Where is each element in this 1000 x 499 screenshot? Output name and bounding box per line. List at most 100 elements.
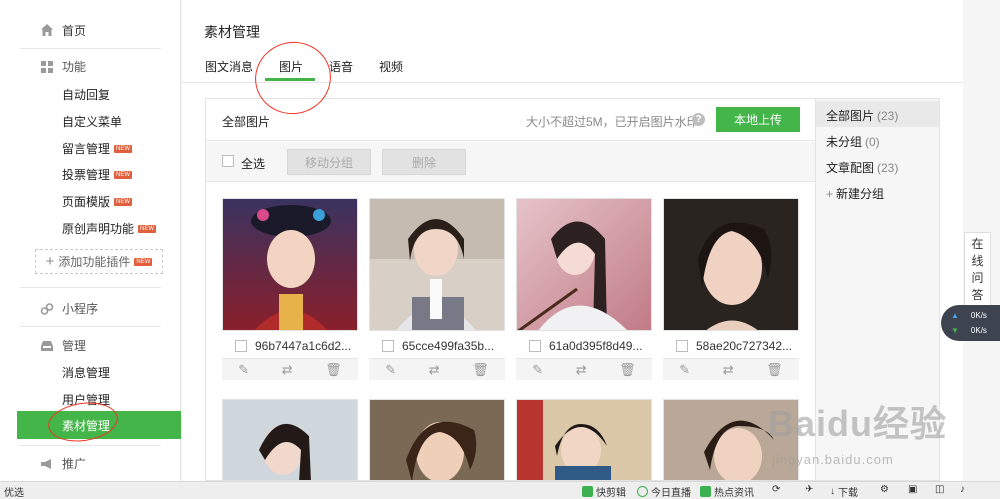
image-checkbox[interactable]	[235, 340, 247, 352]
library-title: 全部图片	[222, 115, 271, 129]
image-card[interactable]: 96b7447a1c6d2... ✎ ⇄ 🗑	[222, 198, 358, 381]
sidebar-item-label: 原创声明功能	[62, 222, 135, 236]
image-thumbnail[interactable]	[516, 399, 652, 481]
sidebar-item-label: 首页	[62, 23, 87, 38]
sound-icon[interactable]: ♪	[960, 484, 965, 495]
image-checkbox[interactable]	[382, 340, 394, 352]
megaphone-icon	[41, 458, 51, 469]
image-thumbnail[interactable]	[516, 198, 652, 331]
sidebar-item-messages[interactable]: 消息管理	[62, 364, 110, 381]
tab-voice[interactable]: 语音	[329, 58, 353, 75]
image-card[interactable]	[369, 399, 505, 481]
image-thumbnail[interactable]	[222, 399, 358, 481]
move-group-button[interactable]: 移动分组	[287, 149, 371, 175]
swap-icon[interactable]: ⇄	[576, 362, 587, 378]
sidebar-section-label: 功能	[62, 60, 87, 74]
edit-icon[interactable]: ✎	[679, 362, 690, 378]
tab-articles[interactable]: 图文消息	[205, 58, 253, 75]
status-item-quick-edit[interactable]: 快剪辑	[582, 484, 626, 499]
online-help-button[interactable]: 在线问答	[964, 232, 991, 306]
scissors-icon	[582, 486, 593, 497]
upload-arrow-icon: ▲	[951, 311, 959, 320]
status-item-preferred[interactable]: 优选	[4, 484, 24, 499]
trash-icon[interactable]: 🗑	[619, 362, 636, 378]
new-badge: NEW	[134, 257, 153, 266]
image-thumbnail[interactable]	[222, 198, 358, 331]
sidebar-item-auto-reply[interactable]: 自动回复	[62, 86, 110, 103]
group-item-article-images[interactable]: 文章配图 (23)	[826, 159, 898, 176]
image-card[interactable]: 61a0d395f8d49... ✎ ⇄ 🗑	[516, 198, 652, 381]
trash-icon[interactable]: 🗑	[472, 362, 489, 378]
new-badge: NEW	[114, 144, 133, 153]
edit-icon[interactable]: ✎	[532, 362, 543, 378]
sidebar-item-miniprogram[interactable]: 小程序	[40, 300, 98, 317]
delete-button[interactable]: 删除	[382, 149, 466, 175]
sidebar-item-home[interactable]: 首页	[40, 20, 86, 40]
inbox-icon	[41, 340, 53, 351]
status-item-news[interactable]: 热点资讯	[700, 484, 754, 499]
swap-icon[interactable]: ⇄	[282, 362, 293, 378]
sidebar-item-label: 投票管理	[62, 168, 111, 182]
image-actions: ✎ ⇄ 🗑	[663, 358, 799, 380]
image-actions: ✎ ⇄ 🗑	[222, 358, 358, 380]
settings-icon[interactable]: ⚙	[880, 484, 889, 495]
plus-icon: +	[826, 187, 834, 201]
sidebar-item-label: 自定义菜单	[62, 115, 123, 129]
play-icon	[637, 486, 648, 497]
plus-icon: +	[45, 253, 55, 270]
image-card[interactable]	[516, 399, 652, 481]
help-icon[interactable]: ?	[692, 113, 705, 126]
image-filename: 65cce499fa35b...	[382, 339, 494, 353]
image-thumbnail[interactable]	[369, 399, 505, 481]
group-item-ungrouped[interactable]: 未分组 (0)	[826, 133, 880, 150]
image-actions: ✎ ⇄ 🗑	[369, 358, 505, 380]
pin-icon[interactable]: ✈	[805, 484, 813, 495]
select-all-label: 全选	[241, 157, 266, 171]
edit-icon[interactable]: ✎	[238, 362, 249, 378]
download-speed: 0K/s	[970, 326, 987, 335]
sidebar-item-votes[interactable]: 投票管理 NEW	[62, 166, 133, 183]
sidebar-item-label: 小程序	[62, 302, 99, 316]
group-item-all[interactable]: 全部图片 (23)	[826, 107, 898, 124]
sidebar-item-comments[interactable]: 留言管理 NEW	[62, 140, 133, 157]
swap-icon[interactable]: ⇄	[429, 362, 440, 378]
baidu-watermark-logo: Baidu经验	[768, 403, 948, 444]
new-group-button[interactable]: + 新建分组	[826, 185, 884, 202]
image-thumbnail[interactable]	[663, 198, 799, 331]
news-icon	[700, 486, 711, 497]
add-plugin-button[interactable]: + 添加功能插件 NEW	[35, 249, 163, 274]
trash-icon[interactable]: 🗑	[325, 362, 342, 378]
divider	[20, 48, 161, 49]
network-speed-widget: ▲ 0K/s ▼ 0K/s	[941, 305, 1000, 341]
status-item-download[interactable]: ↓ 下载	[830, 484, 858, 499]
image-checkbox[interactable]	[676, 340, 688, 352]
upload-button[interactable]: 本地上传	[716, 107, 800, 132]
refresh-icon[interactable]: ⟳	[772, 484, 780, 495]
sidebar-item-custom-menu[interactable]: 自定义菜单	[62, 113, 122, 130]
image-library: 全部图片 大小不超过5M，已开启图片水印 ? 本地上传 全选 移动分组 删除 9…	[205, 98, 816, 481]
browser-status-bar: 优选 快剪辑 今日直播 热点资讯 ⟳ ✈ ↓ 下载 ⚙ ▣ ◫ ♪	[0, 481, 1000, 499]
tile-icon[interactable]: ◫	[935, 484, 944, 495]
sidebar-section-function: 功能	[40, 58, 86, 75]
sidebar-item-label: 消息管理	[62, 366, 111, 380]
sidebar-item-original-declaration[interactable]: 原创声明功能 NEW	[62, 220, 157, 237]
select-all-checkbox[interactable]	[222, 155, 234, 167]
status-item-live[interactable]: 今日直播	[637, 484, 691, 499]
image-card[interactable]: 58ae20c727342... ✎ ⇄ 🗑	[663, 198, 799, 381]
image-checkbox[interactable]	[529, 340, 541, 352]
trash-icon[interactable]: 🗑	[766, 362, 783, 378]
edit-icon[interactable]: ✎	[385, 362, 396, 378]
tab-video[interactable]: 视频	[379, 58, 403, 75]
image-thumbnail[interactable]	[369, 198, 505, 331]
upload-speed: 0K/s	[970, 311, 987, 320]
image-card[interactable]: 65cce499fa35b... ✎ ⇄ 🗑	[369, 198, 505, 381]
sidebar-item-label: 留言管理	[62, 142, 111, 156]
image-card[interactable]	[222, 399, 358, 481]
sidebar-item-promote[interactable]: 推广	[40, 455, 86, 472]
home-icon	[41, 24, 53, 36]
image-actions: ✎ ⇄ 🗑	[516, 358, 652, 380]
window-icon[interactable]: ▣	[908, 484, 917, 495]
sidebar-item-page-templates[interactable]: 页面模版 NEW	[62, 193, 133, 210]
swap-icon[interactable]: ⇄	[723, 362, 734, 378]
new-badge: NEW	[138, 224, 157, 233]
